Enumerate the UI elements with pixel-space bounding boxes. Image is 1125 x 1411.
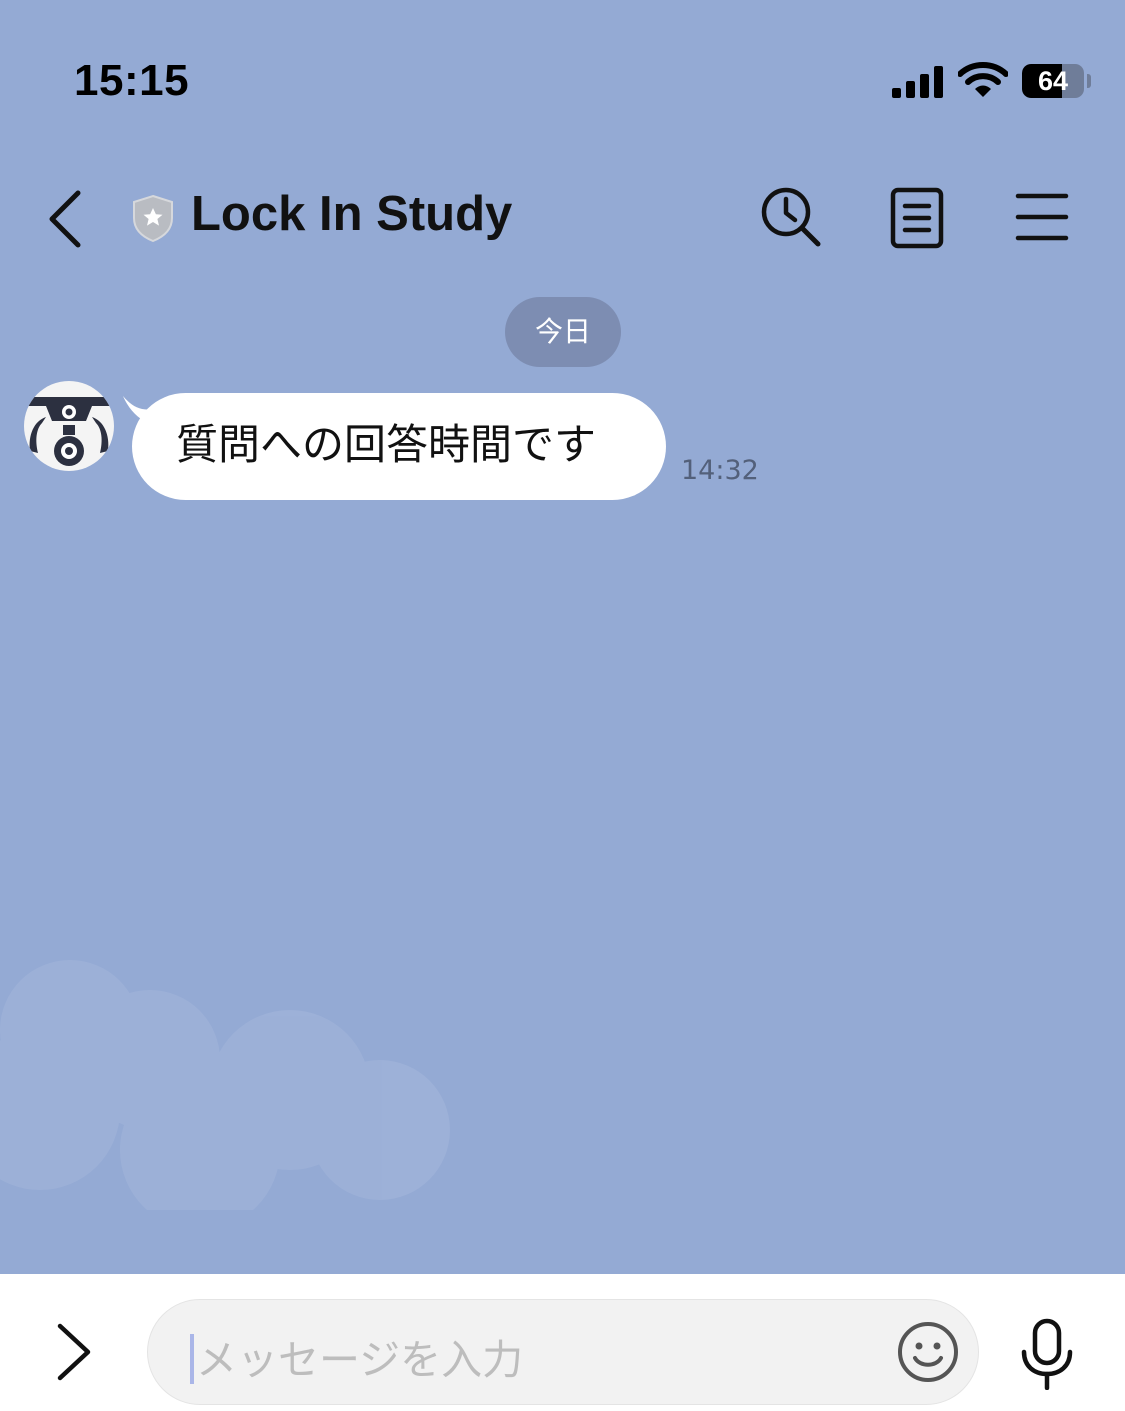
battery-tip [1087, 74, 1091, 88]
message-input-placeholder: メッセージを入力 [196, 1336, 524, 1384]
robot-avatar-icon [24, 397, 114, 466]
chat-header: Lock In Study [0, 160, 1125, 270]
battery-percent: 64 [1037, 66, 1069, 96]
chevron-left-icon[interactable] [38, 188, 94, 250]
message-input-bar: メッセージを入力 [0, 1274, 1125, 1411]
chat-title: Lock In Study [191, 187, 513, 241]
battery-indicator: 64 [1022, 64, 1084, 98]
background-clouds [0, 960, 450, 1210]
message-bubble[interactable]: 質問への回答時間です [132, 393, 666, 500]
text-caret [190, 1334, 194, 1384]
avatar[interactable] [24, 381, 114, 471]
message-input[interactable]: メッセージを入力 [147, 1299, 979, 1405]
status-time: 15:15 [74, 56, 190, 105]
menu-icon[interactable] [1012, 190, 1072, 244]
emoji-icon[interactable] [896, 1320, 960, 1384]
cellular-signal-icon [892, 66, 943, 98]
wifi-icon [958, 62, 1008, 97]
status-bar: 15:15 64 [0, 0, 1125, 150]
date-separator: 今日 [505, 297, 621, 367]
notes-icon[interactable] [888, 186, 946, 250]
search-clock-icon[interactable] [758, 184, 824, 250]
microphone-icon[interactable] [1018, 1318, 1076, 1390]
message-timestamp: 14:32 [681, 455, 759, 486]
shield-badge-icon [133, 194, 173, 242]
message-text: 質問への回答時間です [176, 420, 597, 469]
chevron-right-icon[interactable] [52, 1322, 96, 1382]
